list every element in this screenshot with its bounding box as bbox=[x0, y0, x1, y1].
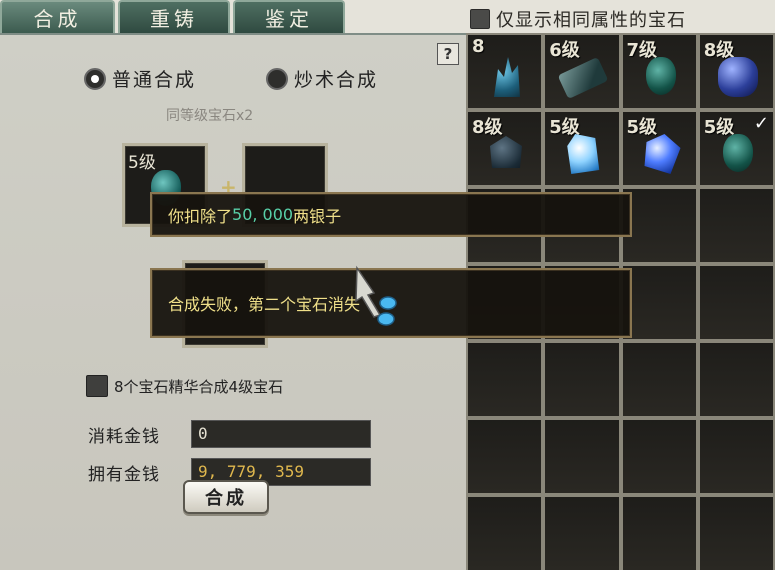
tab-recast[interactable]: 重铸 bbox=[118, 0, 230, 33]
inventory-slot[interactable] bbox=[620, 341, 698, 418]
deduction-amount: 50, 000 bbox=[232, 205, 294, 224]
tab-combine[interactable]: 合成 bbox=[0, 0, 115, 33]
cost-label: 消耗金钱 bbox=[88, 426, 160, 447]
inventory-slot[interactable]: 5级 bbox=[620, 110, 698, 187]
crystal-icon bbox=[494, 57, 520, 97]
slot-level: 6级 bbox=[549, 40, 580, 61]
mode-skill-label: 炒术合成 bbox=[294, 69, 379, 91]
mode-skill-radio[interactable]: 炒术合成 bbox=[266, 65, 378, 92]
inventory-slot[interactable] bbox=[620, 495, 698, 570]
checkmark-icon: ✓ bbox=[753, 113, 769, 134]
green-egg-gem-icon bbox=[645, 57, 676, 95]
inventory-slot[interactable]: 8级 bbox=[466, 110, 544, 187]
dark-gem-icon bbox=[490, 136, 522, 168]
inventory-slot[interactable] bbox=[697, 264, 775, 341]
slot-level: 8级 bbox=[472, 117, 503, 138]
tab-identify[interactable]: 鉴定 bbox=[233, 0, 345, 33]
inventory-slot[interactable] bbox=[620, 187, 698, 264]
mode-normal-label: 普通合成 bbox=[112, 69, 197, 91]
cost-value: 0 bbox=[191, 420, 371, 448]
inventory-slot[interactable] bbox=[697, 418, 775, 495]
inventory-slot[interactable]: 5级 bbox=[543, 110, 621, 187]
inventory-slot[interactable]: 5级 ✓ bbox=[697, 110, 775, 187]
inventory-slot[interactable] bbox=[466, 418, 544, 495]
flat-gem-icon bbox=[557, 56, 609, 100]
inventory-slot[interactable]: 6级 bbox=[543, 33, 621, 110]
inventory-slot[interactable] bbox=[466, 495, 544, 570]
failure-text: 合成失败，第二个宝石消失 bbox=[168, 295, 361, 314]
game-cursor-icon bbox=[355, 265, 397, 326]
inventory-slot[interactable] bbox=[620, 264, 698, 341]
help-button[interactable]: ? bbox=[437, 43, 459, 65]
green-egg-gem-icon bbox=[722, 134, 753, 172]
slot-hint: 同等级宝石x2 bbox=[166, 108, 254, 124]
inventory-slot[interactable] bbox=[697, 341, 775, 418]
inventory-slot[interactable] bbox=[697, 495, 775, 570]
inventory-slot[interactable]: 8 bbox=[466, 33, 544, 110]
owned-label: 拥有金钱 bbox=[88, 464, 160, 485]
same-attribute-filter[interactable]: 仅显示相同属性的宝石 bbox=[470, 6, 686, 32]
mode-normal-radio[interactable]: 普通合成 bbox=[84, 65, 196, 92]
inventory-slot[interactable] bbox=[620, 418, 698, 495]
inventory-slot[interactable] bbox=[543, 495, 621, 570]
inventory-slot[interactable] bbox=[543, 418, 621, 495]
essence-option[interactable]: 8个宝石精华合成4级宝石 bbox=[86, 375, 283, 397]
sapphire-gem-icon bbox=[644, 134, 681, 174]
ice-gem-icon bbox=[567, 134, 600, 174]
filter-label: 仅显示相同属性的宝石 bbox=[496, 10, 686, 31]
inventory-slot[interactable] bbox=[543, 341, 621, 418]
deduction-message: 你扣除了 50, 000 两银子 bbox=[150, 192, 632, 237]
slot-level: 8 bbox=[472, 36, 485, 57]
inventory-slot[interactable] bbox=[466, 341, 544, 418]
inventory-slot[interactable] bbox=[697, 187, 775, 264]
essence-label: 8个宝石精华合成4级宝石 bbox=[114, 377, 284, 396]
deduction-suffix: 两银子 bbox=[293, 206, 342, 226]
cost-row: 消耗金钱 0 bbox=[88, 420, 371, 448]
top-bar: 合成 重铸 鉴定 仅显示相同属性的宝石 bbox=[0, 0, 775, 33]
deduction-prefix: 你扣除了 bbox=[168, 206, 233, 226]
slot-level: 5级 bbox=[128, 153, 156, 173]
inventory-slot[interactable]: 8级 bbox=[697, 33, 775, 110]
radio-selected-icon bbox=[84, 67, 106, 90]
blue-gem-icon bbox=[717, 57, 758, 97]
inventory-slot[interactable]: 7级 bbox=[620, 33, 698, 110]
essence-checkbox[interactable] bbox=[86, 375, 108, 397]
filter-checkbox[interactable] bbox=[470, 9, 490, 29]
radio-unselected-icon bbox=[266, 67, 288, 90]
slot-level: 5级 bbox=[626, 117, 658, 138]
combine-button[interactable]: 合成 bbox=[183, 480, 269, 514]
